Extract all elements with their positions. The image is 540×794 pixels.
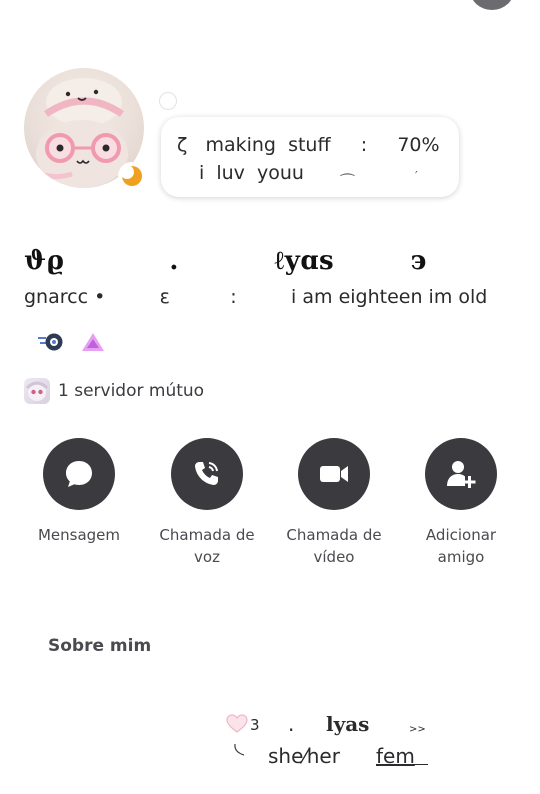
- mutual-servers-text: 1 servidor mútuo: [58, 381, 205, 401]
- status-tick: ′: [415, 169, 418, 183]
- triangle-badge-icon[interactable]: [80, 331, 106, 357]
- about-me-title: Sobre mim: [48, 636, 152, 656]
- bio-underline-tail: [408, 764, 428, 765]
- video-call-button-label: Chamada de vídeo: [286, 526, 382, 566]
- status-line-1: ζ making stuff : 70%: [177, 134, 440, 156]
- phone-call-icon: [195, 462, 218, 485]
- heart-icon: [226, 714, 248, 738]
- voice-call-button-label: Chamada de voz: [159, 526, 255, 566]
- curl-icon: [232, 742, 246, 762]
- bio-arrows: >>: [409, 724, 426, 735]
- status-line-2: i luv youu: [199, 162, 304, 184]
- message-button[interactable]: Mensagem: [9, 438, 149, 546]
- username-and-pronouns: gnarcc • ε : i am eighteen im old: [24, 286, 488, 308]
- bio-name: lyas: [326, 712, 370, 736]
- add-friend-button-label: Adicionar amigo: [425, 526, 497, 566]
- add-friend-button[interactable]: Adicionar amigo: [391, 438, 531, 568]
- mutual-server-avatar: [24, 378, 50, 404]
- profile-badges: [36, 330, 106, 358]
- video-camera-icon: [320, 466, 348, 482]
- bio-line-2: she⁄her fem: [232, 742, 452, 772]
- bio-line-1: 3 . lyas >>: [226, 712, 446, 740]
- profile-avatar-container[interactable]: [24, 68, 146, 190]
- video-call-button-circle[interactable]: [298, 438, 370, 510]
- bio-pronouns: she⁄her: [268, 744, 340, 768]
- mutual-servers-row[interactable]: 1 servidor mútuo: [24, 378, 204, 404]
- status-bubble-dot: [159, 92, 177, 110]
- custom-status-bubble: ζ making stuff : 70% i luv youu ⁀ ′: [161, 117, 459, 197]
- speed-badge-icon[interactable]: [36, 330, 66, 358]
- idle-status-moon-icon: [118, 162, 146, 190]
- bio-dot: .: [288, 712, 295, 736]
- add-friend-button-circle[interactable]: [425, 438, 497, 510]
- display-name: ϑϱ . ℓyɑs ϶: [24, 246, 427, 276]
- voice-call-button[interactable]: Chamada de voz: [137, 438, 277, 568]
- message-bubble-icon: [66, 461, 92, 487]
- voice-call-button-circle[interactable]: [171, 438, 243, 510]
- status-tilde: ⁀: [341, 173, 354, 192]
- bio-heart-count: 3: [250, 716, 260, 734]
- video-call-button[interactable]: Chamada de vídeo: [264, 438, 404, 568]
- add-friend-icon: [447, 461, 476, 488]
- message-button-label: Mensagem: [37, 526, 121, 544]
- message-button-circle[interactable]: [43, 438, 115, 510]
- top-corner-button[interactable]: [470, 0, 514, 10]
